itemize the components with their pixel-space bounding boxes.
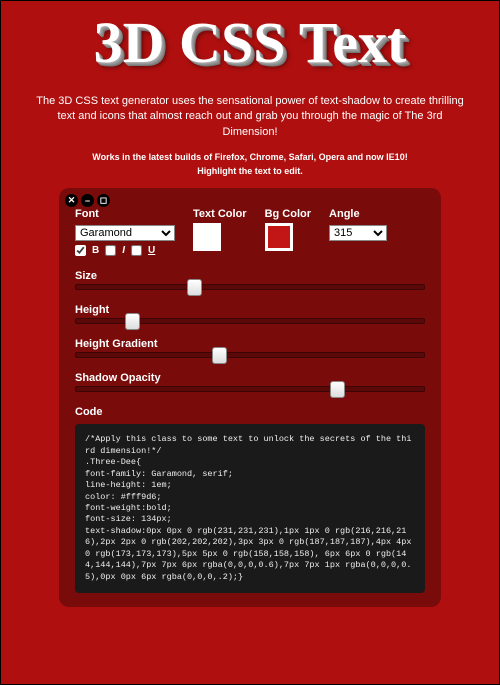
opacity-label: Shadow Opacity xyxy=(75,372,425,384)
text-color-swatch[interactable] xyxy=(193,223,221,251)
italic-checkbox[interactable] xyxy=(105,245,116,256)
height-handle[interactable] xyxy=(125,313,140,330)
description: The 3D CSS text generator uses the sensa… xyxy=(1,76,499,146)
bold-checkbox[interactable] xyxy=(75,245,86,256)
size-handle[interactable] xyxy=(187,279,202,296)
angle-label: Angle xyxy=(329,208,387,220)
gradient-handle[interactable] xyxy=(212,347,227,364)
bold-label: B xyxy=(92,245,99,256)
bg-color-swatch[interactable] xyxy=(265,223,293,251)
underline-checkbox[interactable] xyxy=(131,245,142,256)
gradient-label: Height Gradient xyxy=(75,338,425,350)
page-title[interactable]: 3D CSS Text xyxy=(1,9,499,76)
text-color-label: Text Color xyxy=(193,208,247,220)
code-group: Code /*Apply this class to some text to … xyxy=(75,406,425,593)
opacity-slider[interactable] xyxy=(75,386,425,392)
code-output[interactable]: /*Apply this class to some text to unloc… xyxy=(75,424,425,593)
opacity-slider-group: Shadow Opacity xyxy=(75,372,425,392)
font-label: Font xyxy=(75,208,175,220)
angle-select[interactable]: 315 xyxy=(329,225,387,241)
bg-color-label: Bg Color xyxy=(265,208,311,220)
size-slider[interactable] xyxy=(75,284,425,290)
italic-label: I xyxy=(122,245,125,256)
gradient-slider[interactable] xyxy=(75,352,425,358)
height-slider-group: Height xyxy=(75,304,425,324)
restore-icon[interactable]: ◻ xyxy=(97,194,110,207)
controls-panel: ✕ − ◻ Font Garamond B I U Text Color Bg … xyxy=(59,188,441,607)
expand-icon[interactable]: ✕ xyxy=(65,194,78,207)
angle-group: Angle 315 xyxy=(329,208,387,241)
style-options: B I U xyxy=(75,245,175,256)
compat-note: Works in the latest builds of Firefox, C… xyxy=(1,152,499,162)
code-label: Code xyxy=(75,406,425,418)
minimize-icon[interactable]: − xyxy=(81,194,94,207)
edit-hint: Highlight the text to edit. xyxy=(1,166,499,176)
opacity-handle[interactable] xyxy=(330,381,345,398)
window-buttons: ✕ − ◻ xyxy=(65,194,110,207)
height-slider[interactable] xyxy=(75,318,425,324)
underline-label: U xyxy=(148,245,155,256)
text-color-group: Text Color xyxy=(193,208,247,251)
gradient-slider-group: Height Gradient xyxy=(75,338,425,358)
size-label: Size xyxy=(75,270,425,282)
bg-color-group: Bg Color xyxy=(265,208,311,251)
font-select[interactable]: Garamond xyxy=(75,225,175,241)
font-group: Font Garamond B I U xyxy=(75,208,175,256)
size-slider-group: Size xyxy=(75,270,425,290)
